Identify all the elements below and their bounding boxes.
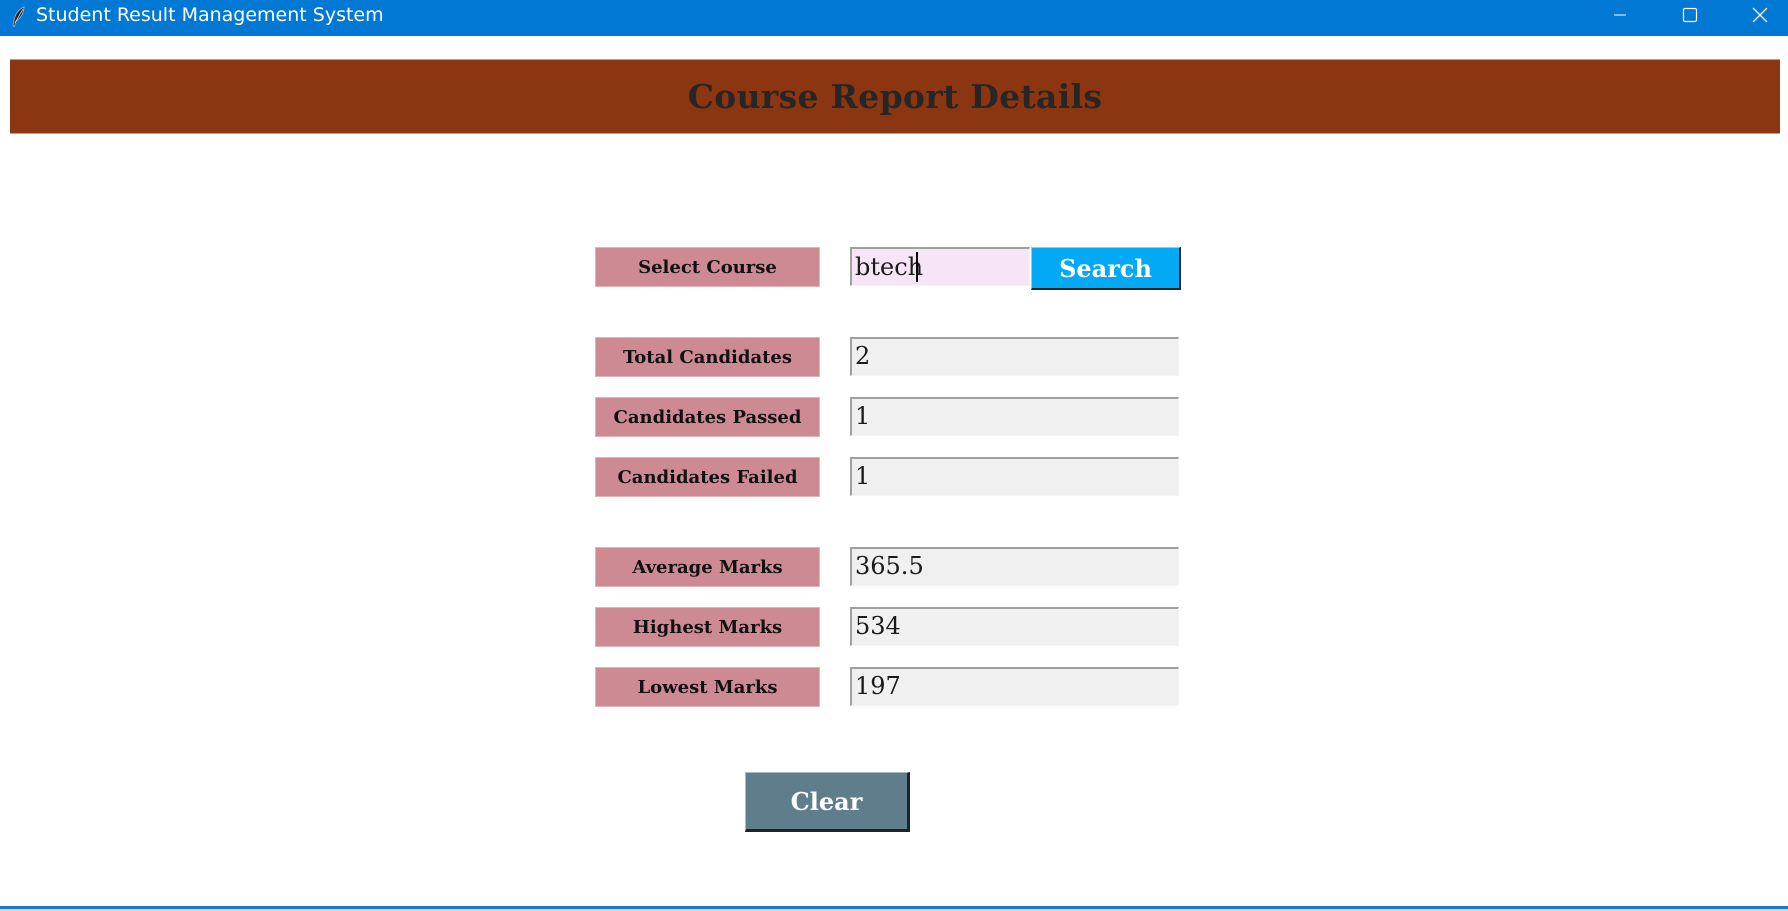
- maximize-icon: [1682, 7, 1698, 23]
- candidates-failed-label: Candidates Failed: [595, 457, 820, 497]
- course-input[interactable]: [850, 247, 1030, 286]
- close-icon: [1752, 7, 1768, 23]
- select-course-label: Select Course: [595, 247, 820, 287]
- total-candidates-field: 2: [850, 337, 1179, 376]
- window-titlebar[interactable]: Student Result Management System: [0, 0, 1788, 36]
- feather-icon: [11, 6, 27, 28]
- total-candidates-label: Total Candidates: [595, 337, 820, 377]
- window-title: Student Result Management System: [36, 4, 384, 26]
- page-title: Course Report Details: [687, 77, 1103, 116]
- lowest-marks-label: Lowest Marks: [595, 667, 820, 707]
- minimize-button[interactable]: [1585, 0, 1655, 30]
- search-button[interactable]: Search: [1031, 247, 1181, 290]
- average-marks-field: 365.5: [850, 547, 1179, 586]
- highest-marks-field: 534: [850, 607, 1179, 646]
- header-banner: Course Report Details: [10, 59, 1780, 134]
- text-cursor: [916, 252, 918, 282]
- candidates-passed-label: Candidates Passed: [595, 397, 820, 437]
- lowest-marks-field: 197: [850, 667, 1179, 706]
- candidates-passed-field: 1: [850, 397, 1179, 436]
- highest-marks-label: Highest Marks: [595, 607, 820, 647]
- close-button[interactable]: [1725, 0, 1788, 30]
- minimize-icon: [1613, 8, 1627, 22]
- candidates-failed-field: 1: [850, 457, 1179, 496]
- clear-button[interactable]: Clear: [745, 772, 910, 832]
- average-marks-label: Average Marks: [595, 547, 820, 587]
- maximize-button[interactable]: [1655, 0, 1725, 30]
